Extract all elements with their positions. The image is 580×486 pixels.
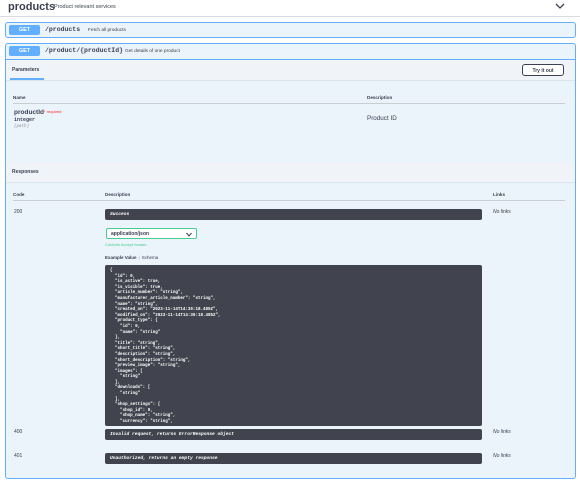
response-description-text: Success (110, 212, 130, 217)
example-tabs: Example Value | Schema (105, 255, 159, 260)
response-code: 400 (14, 429, 23, 435)
response-code: 200 (14, 209, 23, 215)
example-value-code: { "id": 0, "is_active": true, "is_visibl… (105, 265, 482, 426)
tab-example-value[interactable]: Example Value (105, 255, 137, 260)
try-it-out-button[interactable]: Try it out (522, 64, 564, 76)
param-location: (path) (14, 125, 30, 129)
responses-header: Responses (6, 162, 575, 182)
operation-path: /products (45, 26, 81, 33)
operation-path: /product/{productId} (45, 47, 124, 54)
column-header-description: Description (105, 192, 131, 197)
response-links: No links (493, 429, 511, 435)
accept-header-note: Controls Accept header. (105, 242, 148, 247)
operation-summary: Fetch all products (88, 28, 126, 33)
param-description: Product ID (367, 115, 397, 122)
column-header-links: Links (493, 192, 505, 197)
response-description: Invalid request, returns ErrorResponse o… (105, 429, 482, 440)
media-type-value: application/json (111, 231, 150, 237)
chevron-down-icon (186, 232, 192, 237)
method-badge: GET (9, 25, 40, 35)
tab-schema[interactable]: Schema (142, 255, 159, 260)
required-marker: * required (44, 109, 62, 114)
active-tab-indicator (10, 78, 44, 80)
tag-description: Product relevant services (54, 4, 116, 10)
responses-title: Responses (12, 169, 39, 175)
tab-parameters[interactable]: Parameters (12, 67, 39, 73)
response-description-text: Invalid request, returns ErrorResponse o… (110, 432, 235, 437)
divider (13, 103, 565, 104)
tag-name: products (8, 1, 56, 13)
parameters-header: Parameters Try it out (6, 60, 575, 80)
param-type: integer (14, 117, 36, 123)
param-name: productId (14, 109, 44, 116)
chevron-down-icon[interactable] (555, 2, 565, 10)
response-links: No links (493, 209, 511, 215)
tag-header[interactable]: products Product relevant services (0, 0, 580, 17)
operation-summary: Get details of one product (125, 49, 180, 54)
operation-get-products[interactable]: GET /products Fetch all products (5, 22, 576, 38)
column-header-description: Description (367, 95, 393, 100)
divider (13, 200, 565, 201)
column-header-name: Name (13, 95, 26, 100)
response-code: 401 (14, 453, 23, 459)
response-description: Unauthorized, returns an empty response (105, 453, 482, 464)
response-links: No links (493, 453, 511, 459)
media-type-select[interactable]: application/json (106, 228, 197, 239)
example-json: { "id": 0, "is_active": true, "is_visibl… (110, 269, 221, 425)
response-description-text: Unauthorized, returns an empty response (110, 456, 218, 461)
response-description: Success (105, 209, 482, 220)
operation-get-product-by-id: GET /product/{productId} Get details of … (5, 43, 576, 479)
column-header-code: Code (13, 192, 25, 197)
method-badge: GET (9, 46, 40, 56)
